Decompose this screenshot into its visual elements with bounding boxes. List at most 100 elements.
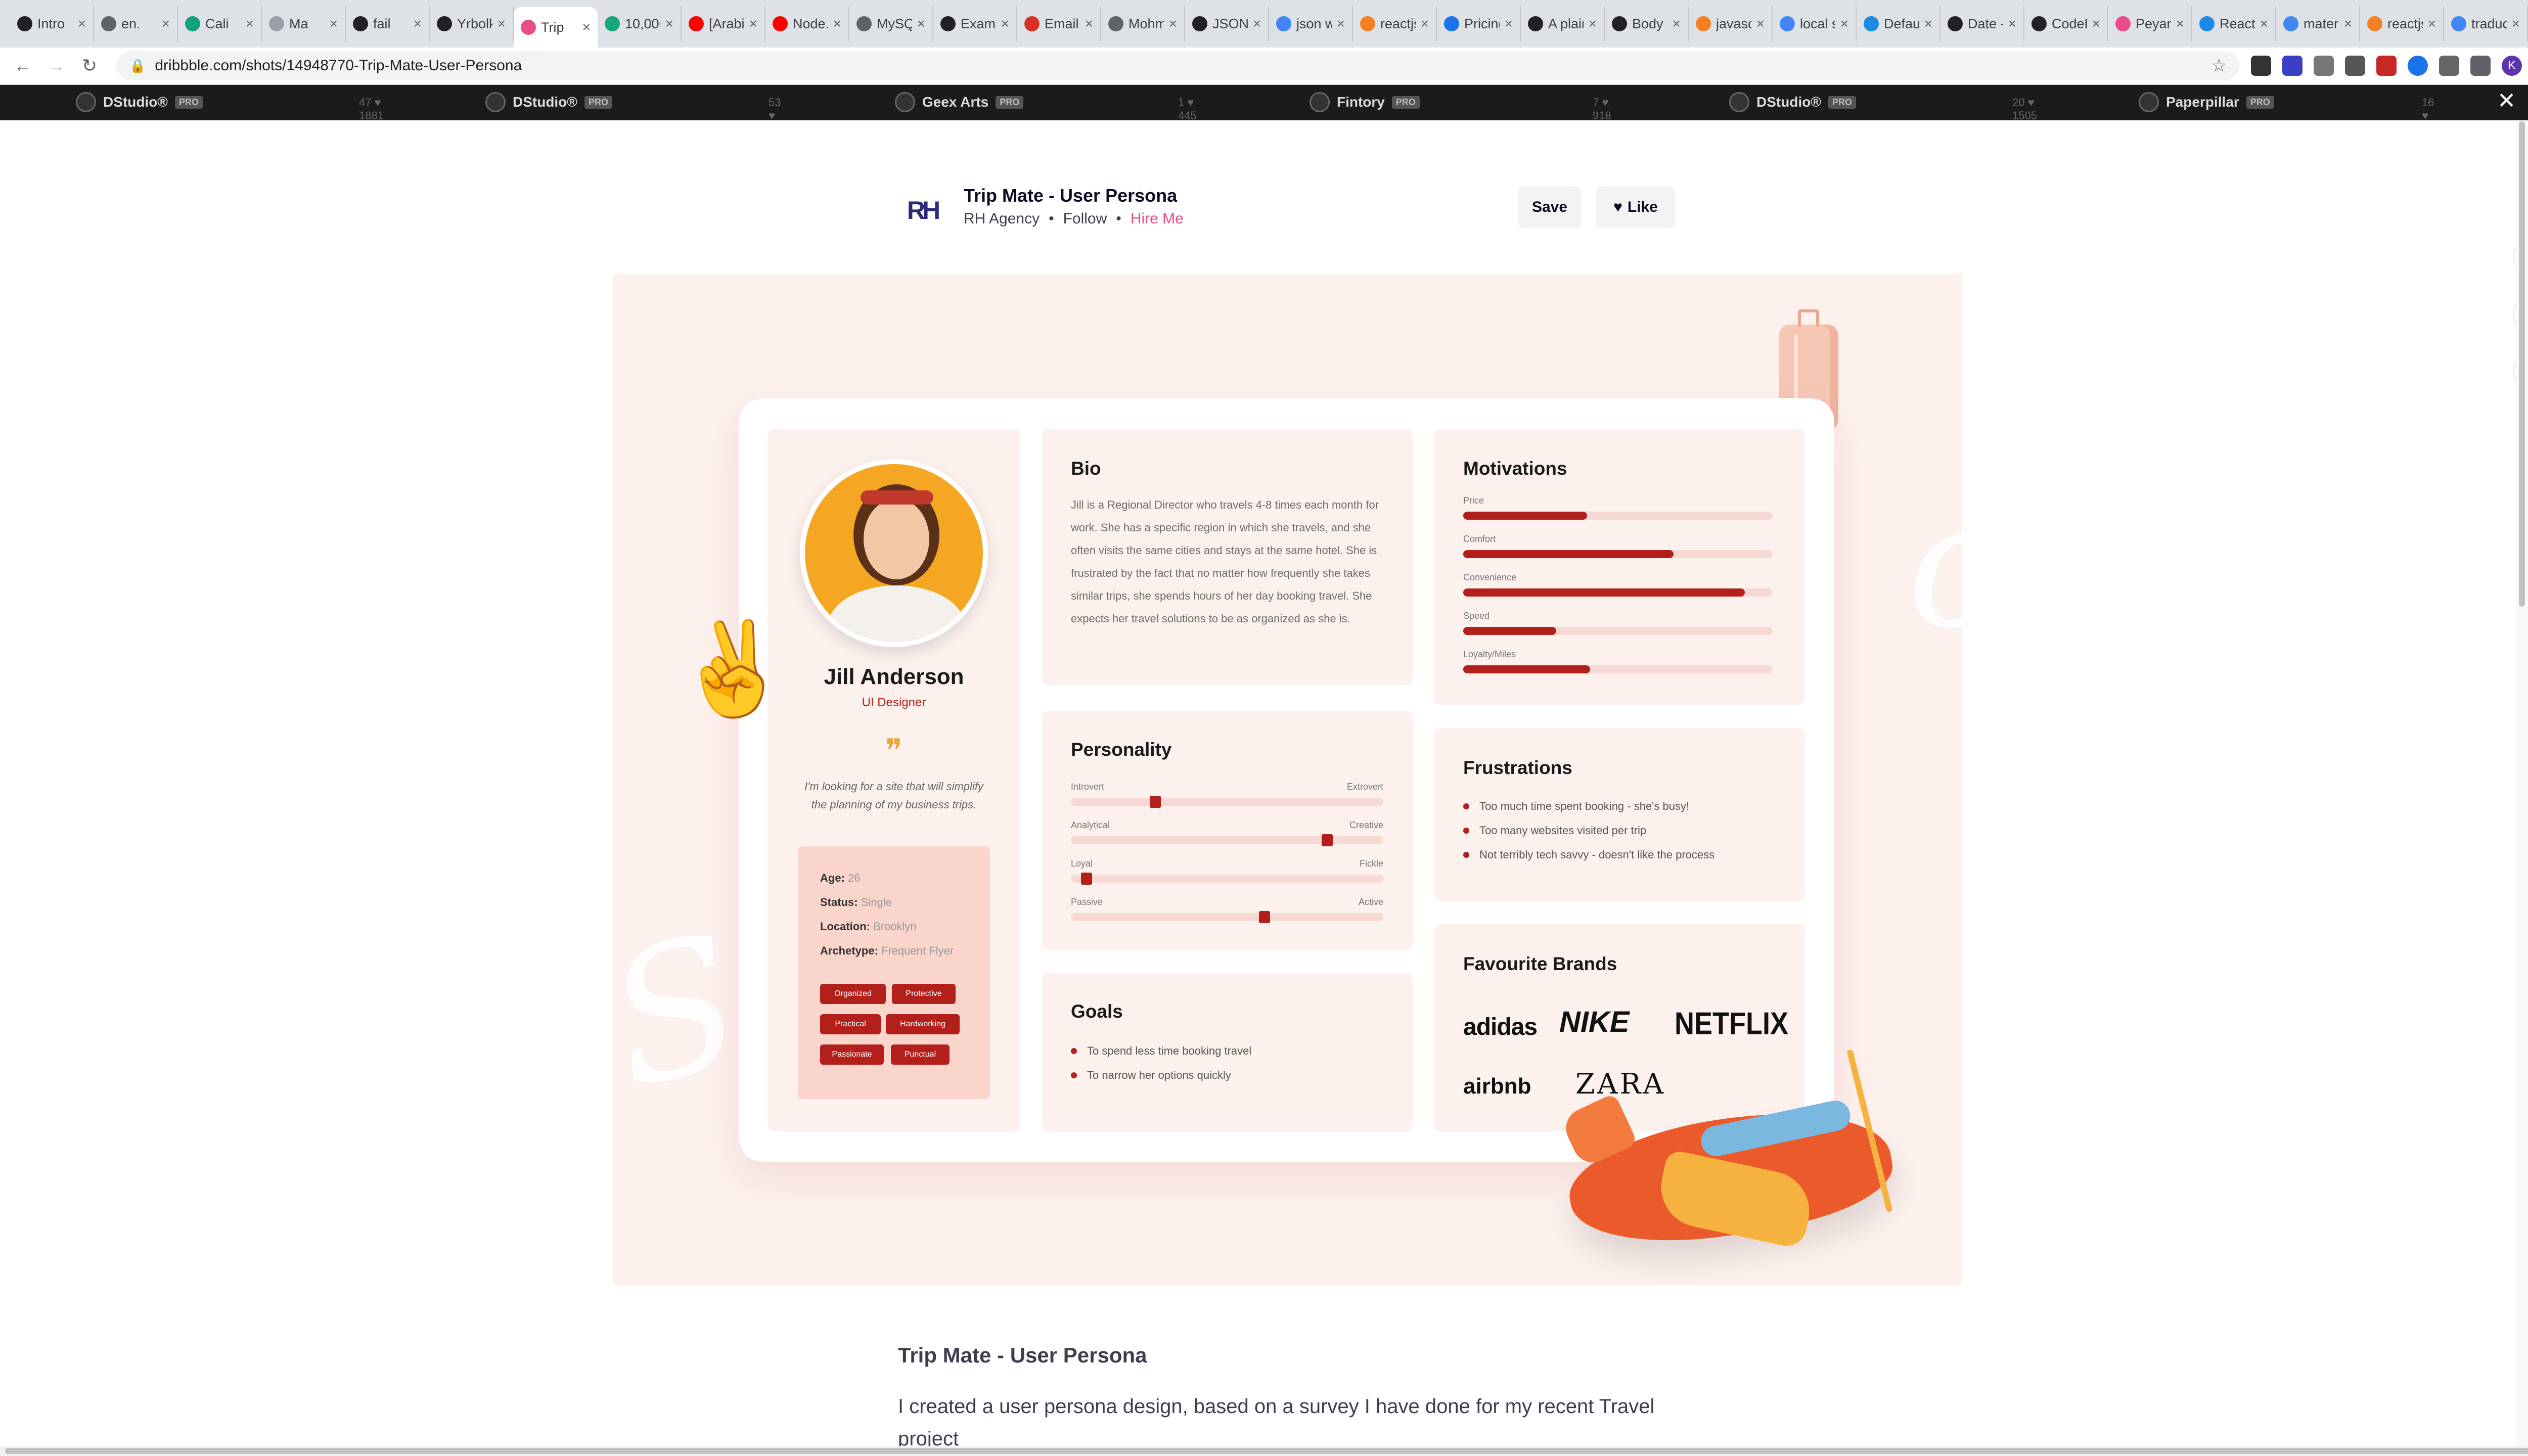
browser-tab[interactable]: Peyam × (2108, 6, 2192, 41)
tab-close-icon[interactable]: × (2512, 16, 2520, 32)
browser-tab[interactable]: reactjs × (1353, 6, 1437, 41)
browser-tab[interactable]: React C × (2192, 6, 2276, 41)
tab-close-icon[interactable]: × (1085, 16, 1093, 32)
bio-title: Bio (1071, 458, 1101, 479)
tab-close-icon[interactable]: × (1673, 16, 1681, 32)
tab-close-icon[interactable]: × (246, 16, 254, 32)
tab-close-icon[interactable]: × (2428, 16, 2436, 32)
browser-tab[interactable]: MySQL × (849, 6, 933, 41)
extension-icon[interactable] (2282, 56, 2303, 76)
tab-close-icon[interactable]: × (2260, 16, 2268, 32)
tab-close-icon[interactable]: × (1421, 16, 1429, 32)
motivation-bar-fill (1463, 512, 1587, 520)
tab-close-icon[interactable]: × (917, 16, 925, 32)
browser-tab[interactable]: Intro × (10, 6, 94, 41)
browser-tab[interactable]: en. × (94, 6, 178, 41)
tab-close-icon[interactable]: × (2344, 16, 2352, 32)
address-bar[interactable]: 🔒 dribbble.com/shots/14948770-Trip-Mate-… (116, 51, 2240, 80)
browser-menu-icon[interactable]: ⋮ (2522, 55, 2528, 76)
bookmark-star-icon[interactable]: ☆ (2211, 56, 2227, 76)
browser-tab[interactable]: Date - × (1940, 6, 2024, 41)
extension-icon[interactable] (2345, 56, 2365, 76)
profile-avatar[interactable]: K (2502, 56, 2522, 76)
trait-right-label: Active (1358, 897, 1383, 907)
tab-close-icon[interactable]: × (414, 16, 422, 32)
hire-me-link[interactable]: Hire Me (1131, 210, 1184, 228)
browser-tab[interactable]: Body a × (1605, 6, 1689, 41)
tab-close-icon[interactable]: × (749, 16, 757, 32)
tab-close-icon[interactable]: × (2092, 16, 2100, 32)
browser-tab[interactable]: [Arabic × (682, 6, 765, 41)
browser-tab[interactable]: traducti × (2444, 6, 2528, 41)
tab-close-icon[interactable]: × (78, 16, 86, 32)
browser-tab[interactable]: Ma × (262, 6, 346, 41)
background-shot-card[interactable]: PaperpillarPRO16 ♥ 505 (2139, 92, 2441, 135)
browser-tab[interactable]: Cali × (178, 6, 262, 41)
author-link[interactable]: RH Agency (964, 210, 1040, 228)
extension-icon[interactable] (2439, 56, 2459, 76)
tab-close-icon[interactable]: × (330, 16, 338, 32)
puzzle-icon[interactable] (2470, 56, 2491, 76)
browser-tab[interactable]: Exam A × (933, 6, 1017, 41)
tab-close-icon[interactable]: × (833, 16, 841, 32)
tab-close-icon[interactable]: × (1589, 16, 1597, 32)
browser-tab[interactable]: CodePe × (2024, 6, 2108, 41)
heart-icon: ♥ (1613, 199, 1622, 215)
close-icon[interactable]: ✕ (2497, 88, 2516, 114)
tab-close-icon[interactable]: × (1505, 16, 1513, 32)
browser-tab[interactable]: JSON × (1185, 6, 1269, 41)
tab-close-icon[interactable]: × (162, 16, 170, 32)
back-button[interactable]: ← (6, 55, 39, 76)
browser-tab[interactable]: materia × (2276, 6, 2360, 41)
browser-tab[interactable]: Node.js × (765, 6, 849, 41)
separator: • (1049, 210, 1054, 227)
forward-button[interactable]: → (39, 55, 73, 76)
browser-tab[interactable]: Mohma × (1101, 6, 1185, 41)
tab-close-icon[interactable]: × (1337, 16, 1345, 32)
extension-icon[interactable] (2251, 56, 2271, 76)
tab-close-icon[interactable]: × (1001, 16, 1009, 32)
background-shot-card[interactable]: DStudio®PRO53 ♥ 984 (485, 92, 787, 135)
reload-button[interactable]: ↻ (73, 55, 106, 76)
shot-image[interactable]: S o Jill Anderson UI Designer ❞ I'm look… (613, 274, 1962, 1285)
browser-tab[interactable]: Yrbolk × (430, 6, 514, 41)
info-value: Brooklyn (873, 920, 917, 933)
tab-close-icon[interactable]: × (498, 16, 506, 32)
tab-close-icon[interactable]: × (2176, 16, 2184, 32)
team-logo-icon (1729, 92, 1749, 112)
tab-close-icon[interactable]: × (582, 19, 591, 35)
background-shot-card[interactable]: DStudio® PRO 20 ♥ 1505 (1729, 92, 2037, 122)
extension-icon[interactable] (2314, 56, 2334, 76)
browser-tab[interactable]: reactjs × (2360, 6, 2444, 41)
browser-tab[interactable]: Trip × (514, 7, 598, 48)
tab-close-icon[interactable]: × (1840, 16, 1848, 32)
tab-close-icon[interactable]: × (1169, 16, 1177, 32)
browser-tab[interactable]: json we × (1269, 6, 1353, 41)
vertical-scrollbar[interactable] (2516, 120, 2528, 1446)
browser-tab[interactable]: javascr × (1689, 6, 1773, 41)
author-avatar[interactable]: RH (898, 186, 946, 235)
browser-tab[interactable]: A plain × (1521, 6, 1605, 41)
browser-tab[interactable]: Pricing × (1437, 6, 1521, 41)
tab-close-icon[interactable]: × (1924, 16, 1932, 32)
like-button[interactable]: ♥ Like (1596, 186, 1676, 229)
tab-close-icon[interactable]: × (665, 16, 673, 32)
browser-tab[interactable]: Email G × (1017, 6, 1101, 41)
background-shot-card[interactable]: Fintory PRO 7 ♥ 918 (1310, 92, 1611, 122)
extension-icon[interactable] (2376, 56, 2397, 76)
browser-tab[interactable]: local st × (1773, 6, 1857, 41)
horizontal-scrollbar[interactable] (0, 1446, 2528, 1456)
extension-icon[interactable] (2408, 56, 2428, 76)
tab-close-icon[interactable]: × (1756, 16, 1765, 32)
browser-tab[interactable]: Default × (1857, 6, 1940, 41)
browser-tab[interactable]: 10,000 × (598, 6, 682, 41)
save-button[interactable]: Save (1518, 186, 1582, 229)
tab-close-icon[interactable]: × (1253, 16, 1261, 32)
tab-close-icon[interactable]: × (2008, 16, 2016, 32)
background-shot-card[interactable]: DStudio® PRO 47 ♥ 1881 (76, 92, 384, 122)
background-shot-card[interactable]: Geex Arts PRO 1 ♥ 445 (895, 92, 1197, 122)
info-label: Location: (820, 920, 870, 933)
follow-link[interactable]: Follow (1063, 210, 1107, 228)
info-line: Age: 26 (820, 872, 861, 885)
browser-tab[interactable]: fail × (346, 6, 430, 41)
